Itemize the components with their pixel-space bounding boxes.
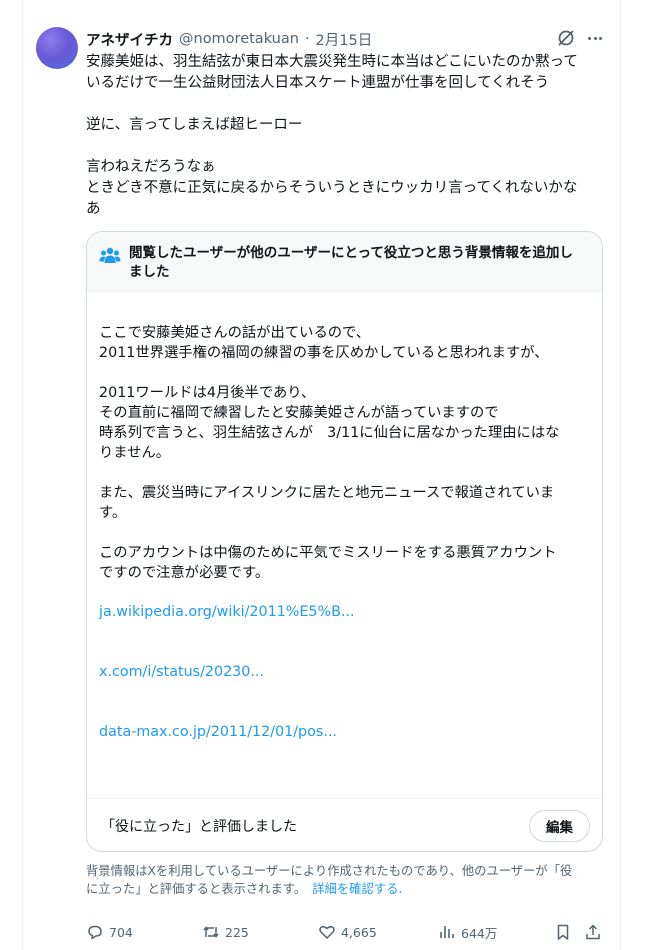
note-body-line: 時系列で言うと、羽生結弦さんが 3/11に仙台に居なかった理由にはな xyxy=(99,425,560,441)
more-options-icon[interactable] xyxy=(585,28,605,48)
community-note-body: ここで安藤美姫さんの話が出ているので、 2011世界選手権の福岡の練習の事を仄め… xyxy=(99,323,594,583)
repost-icon xyxy=(203,926,219,938)
tweet-text-line: 逆に、言ってしまえば超ヒーロー xyxy=(86,117,303,133)
learn-more-link[interactable]: 詳細を確認する. xyxy=(312,882,402,896)
edit-rating-button[interactable]: 編集 xyxy=(529,809,590,842)
source-link-wikipedia[interactable]: ja.wikipedia.org/wiki/2011%E5%B... xyxy=(99,604,355,620)
user-handle[interactable]: @nomoretakuan xyxy=(179,31,299,47)
tweet-text-line: ときどき不意に正気に戻るからそういうときにウッカリ言ってくれないかな xyxy=(86,180,578,196)
rated-helpful-text: 「役に立った」と評価しました xyxy=(101,818,297,835)
source-link-x-status[interactable]: x.com/i/status/20230... xyxy=(99,664,264,680)
note-body-line: また、震災当時にアイスリンクに居たと地元ニュースで報道されていま xyxy=(99,485,555,501)
tweet-date[interactable]: 2月15日 xyxy=(316,29,373,50)
bookmark-button[interactable] xyxy=(554,920,572,944)
community-note-title-line: ました xyxy=(129,264,170,280)
community-note-title: 閲覧したユーザーが他のユーザーにとって役立つと思う背景情報を追加し ました xyxy=(129,244,590,293)
like-count: 4,665 xyxy=(341,924,377,940)
timeline-left-border xyxy=(22,0,23,950)
tweet-action-bar: 704 225 4,665 644万 xyxy=(86,920,606,944)
timeline-right-border xyxy=(620,0,621,950)
views-bar-chart-icon xyxy=(440,926,454,938)
repost-count: 225 xyxy=(225,924,249,940)
reply-icon xyxy=(88,925,102,940)
community-note-footer: 「役に立った」と評価しました 編集 xyxy=(87,798,602,851)
tweet-text-line: 言わねえだろうなぁ xyxy=(86,159,216,175)
tweet-text-line: 安藤美姫は、羽生結弦が東日本大震災発生時に本当はどこにいたのか黙って xyxy=(86,54,578,70)
reply-button[interactable]: 704 xyxy=(86,920,133,944)
community-note: 閲覧したユーザーが他のユーザーにとって役立つと思う背景情報を追加し ました ここ… xyxy=(86,231,603,852)
disclaimer-text: に立った」と評価すると表示されます。 xyxy=(86,882,300,896)
community-note-header: 閲覧したユーザーが他のユーザーにとって役立つと思う背景情報を追加し ました xyxy=(87,232,602,293)
disclaimer-line-2: に立った」と評価すると表示されます。 詳細を確認する. xyxy=(86,880,606,898)
note-body-line: す。 xyxy=(99,505,127,521)
avatar[interactable] xyxy=(36,27,78,69)
tweet-text-line: あ xyxy=(86,201,101,217)
community-note-title-line: 閲覧したユーザーが他のユーザーにとって役立つと思う背景情報を追加し xyxy=(129,245,573,261)
header-separator: · xyxy=(304,31,310,47)
note-body-line: 2011ワールドは4月後半であり、 xyxy=(99,385,316,401)
note-body-line: 2011世界選手権の福岡の練習の事を仄めかしていると思われますが、 xyxy=(99,345,549,361)
source-link-data-max[interactable]: data-max.co.jp/2011/12/01/pos... xyxy=(99,724,337,740)
bookmark-icon xyxy=(557,924,569,940)
note-body-line: ですので注意が必要です。 xyxy=(99,565,270,581)
views-button[interactable]: 644万 xyxy=(438,920,497,944)
share-button[interactable] xyxy=(584,920,602,944)
display-name[interactable]: アネザイチカ xyxy=(86,29,173,50)
repost-button[interactable]: 225 xyxy=(202,920,249,944)
tweet-text-line: いるだけで一生公益財団法人日本スケート連盟が仕事を回してくれそう xyxy=(86,75,550,91)
heart-icon xyxy=(319,925,335,939)
like-button[interactable]: 4,665 xyxy=(318,920,377,944)
share-icon xyxy=(586,924,600,940)
tweet-header: アネザイチカ @nomoretakuan · 2月15日 xyxy=(86,28,372,50)
reply-count: 704 xyxy=(109,924,133,940)
community-note-disclaimer: 背景情報はXを利用しているユーザーにより作成されたものであり、他のユーザーが「役… xyxy=(86,862,606,898)
grok-icon[interactable] xyxy=(556,28,576,48)
note-body-line: ここで安藤美姫さんの話が出ているので、 xyxy=(99,325,371,341)
people-icon xyxy=(99,247,121,263)
view-count: 644万 xyxy=(461,925,498,941)
tweet-text: 安藤美姫は、羽生結弦が東日本大震災発生時に本当はどこにいたのか黙って いるだけで… xyxy=(86,52,606,220)
note-body-line: その直前に福岡で練習したと安藤美姫さんが語っていますので xyxy=(99,405,499,421)
note-body-line: このアカウントは中傷のために平気でミスリードをする悪質アカウント xyxy=(99,545,557,561)
disclaimer-line: 背景情報はXを利用しているユーザーにより作成されたものであり、他のユーザーが「役 xyxy=(86,864,573,878)
note-body-line: りません。 xyxy=(99,445,171,461)
